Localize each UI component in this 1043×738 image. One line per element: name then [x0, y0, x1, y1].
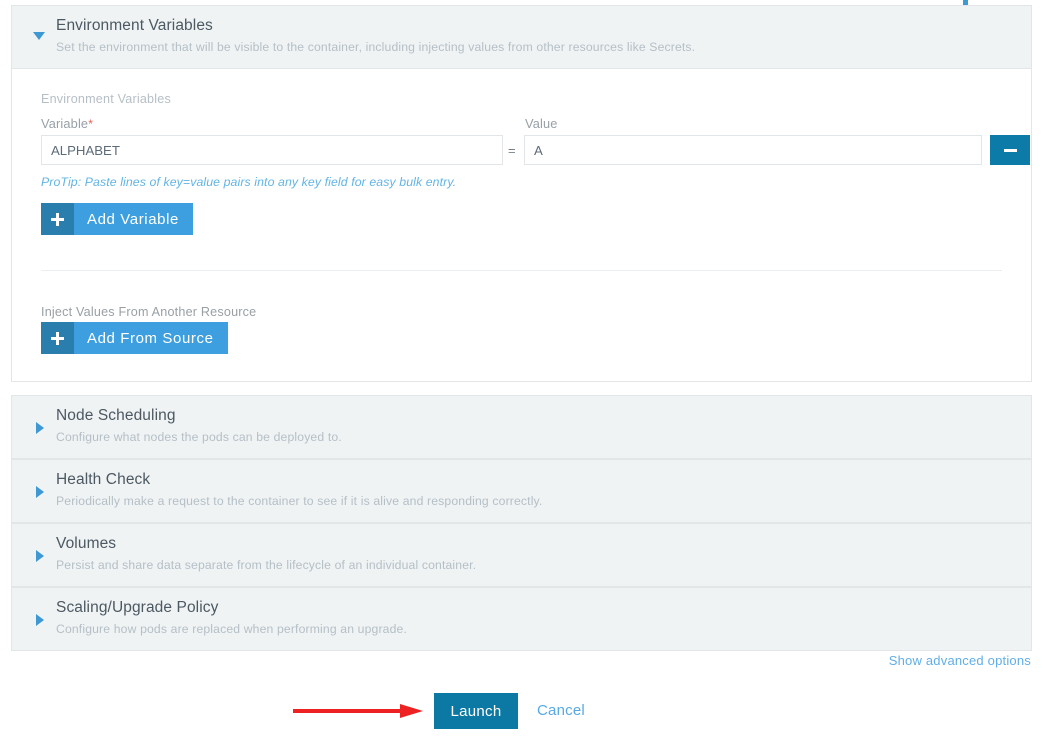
section-subtitle: Persist and share data separate from the… [56, 558, 477, 572]
cancel-button[interactable]: Cancel [537, 702, 585, 719]
section-title: Scaling/Upgrade Policy [56, 599, 219, 616]
plus-icon [41, 203, 74, 235]
protip-text: ProTip: Paste lines of key=value pairs i… [41, 175, 457, 189]
value-label: Value [525, 116, 558, 131]
section-title: Node Scheduling [56, 407, 176, 424]
equals-sign: = [508, 143, 516, 158]
chevron-right-icon[interactable] [36, 550, 44, 562]
form-divider [41, 270, 1002, 271]
section-header-node-scheduling[interactable]: Node Scheduling Configure what nodes the… [12, 396, 1031, 458]
env-group-label: Environment Variables [41, 92, 171, 106]
section-subtitle: Periodically make a request to the conta… [56, 494, 543, 508]
section-body-environment-variables: Environment Variables Variable* Value = … [12, 69, 1031, 381]
footer-actions: Launch Cancel [0, 693, 1043, 731]
add-variable-button-wrap: Add Variable [41, 203, 1013, 240]
section-subtitle: Configure how pods are replaced when per… [56, 622, 407, 636]
chevron-right-icon[interactable] [36, 422, 44, 434]
section-title: Environment Variables [56, 17, 213, 34]
variable-value-input[interactable] [524, 135, 982, 165]
section-panel-volumes: Volumes Persist and share data separate … [11, 523, 1032, 587]
section-header-scaling-upgrade-policy[interactable]: Scaling/Upgrade Policy Configure how pod… [12, 588, 1031, 650]
launch-button[interactable]: Launch [434, 693, 518, 729]
add-variable-button[interactable]: Add Variable [41, 203, 193, 235]
variable-name-input[interactable] [41, 135, 503, 165]
section-title: Volumes [56, 535, 117, 552]
section-panel-node-scheduling: Node Scheduling Configure what nodes the… [11, 395, 1032, 459]
section-subtitle: Set the environment that will be visible… [56, 40, 696, 54]
section-header-volumes[interactable]: Volumes Persist and share data separate … [12, 524, 1031, 586]
plus-icon [41, 322, 74, 354]
section-panel-environment-variables: Environment Variables Set the environmen… [11, 5, 1032, 382]
show-advanced-options-link[interactable]: Show advanced options [889, 653, 1031, 668]
inject-values-label: Inject Values From Another Resource [41, 305, 257, 319]
add-from-source-button[interactable]: Add From Source [41, 322, 228, 354]
chevron-down-icon[interactable] [33, 32, 45, 40]
section-title: Health Check [56, 471, 151, 488]
section-header-health-check[interactable]: Health Check Periodically make a request… [12, 460, 1031, 522]
launch-container-form-page: Environment Variables Set the environmen… [0, 0, 1043, 738]
remove-variable-button[interactable] [990, 135, 1030, 165]
variable-label: Variable* [41, 116, 93, 131]
add-from-source-label: Add From Source [74, 322, 228, 354]
minus-icon [1003, 148, 1017, 152]
required-marker: * [88, 117, 94, 131]
section-subtitle: Configure what nodes the pods can be dep… [56, 430, 342, 444]
chevron-right-icon[interactable] [36, 486, 44, 498]
add-from-source-button-wrap: Add From Source [41, 322, 1013, 359]
env-variable-row: Variable* Value = [30, 116, 1030, 172]
section-panel-scaling-upgrade-policy: Scaling/Upgrade Policy Configure how pod… [11, 587, 1032, 651]
section-header-environment-variables[interactable]: Environment Variables Set the environmen… [12, 6, 1031, 69]
section-panel-health-check: Health Check Periodically make a request… [11, 459, 1032, 523]
variable-label-text: Variable [41, 116, 89, 131]
chevron-right-icon[interactable] [36, 614, 44, 626]
add-variable-label: Add Variable [74, 203, 193, 235]
